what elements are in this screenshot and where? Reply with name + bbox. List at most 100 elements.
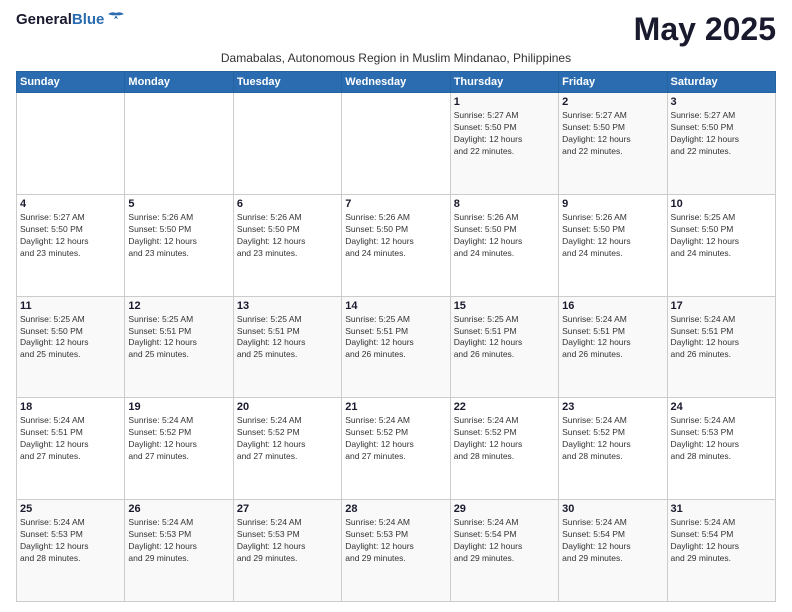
day-info: Sunrise: 5:26 AMSunset: 5:50 PMDaylight:… bbox=[128, 212, 229, 260]
day-info: Sunrise: 5:24 AMSunset: 5:53 PMDaylight:… bbox=[345, 517, 446, 565]
calendar-cell: 4Sunrise: 5:27 AMSunset: 5:50 PMDaylight… bbox=[17, 194, 125, 296]
calendar-cell: 3Sunrise: 5:27 AMSunset: 5:50 PMDaylight… bbox=[667, 93, 775, 195]
calendar-cell: 22 Sunrise: 5:24 AMSunset: 5:52 PMDayligh… bbox=[450, 398, 558, 500]
logo-general: General bbox=[16, 11, 72, 28]
day-info: Sunrise: 5:27 AMSunset: 5:50 PMDaylight:… bbox=[671, 110, 772, 158]
day-info: Sunrise: 5:25 AMSunset: 5:50 PMDaylight:… bbox=[20, 314, 121, 362]
calendar-week-4: 18 Sunrise: 5:24 AMSunset: 5:51 PMDayligh… bbox=[17, 398, 776, 500]
calendar-cell: 8 Sunrise: 5:26 AMSunset: 5:50 PMDaylight… bbox=[450, 194, 558, 296]
calendar-cell: 17Sunrise: 5:24 AMSunset: 5:51 PMDayligh… bbox=[667, 296, 775, 398]
calendar-cell: 13 Sunrise: 5:25 AMSunset: 5:51 PMDayligh… bbox=[233, 296, 341, 398]
day-number: 2 bbox=[562, 96, 663, 108]
day-header-wednesday: Wednesday bbox=[342, 72, 450, 93]
day-info: Sunrise: 5:27 AMSunset: 5:50 PMDaylight:… bbox=[454, 110, 555, 158]
calendar-cell bbox=[342, 93, 450, 195]
day-number: 18 bbox=[20, 401, 121, 413]
calendar-cell bbox=[17, 93, 125, 195]
day-number: 29 bbox=[454, 503, 555, 515]
day-header-sunday: Sunday bbox=[17, 72, 125, 93]
day-info: Sunrise: 5:26 AMSunset: 5:50 PMDaylight:… bbox=[454, 212, 555, 260]
day-info: Sunrise: 5:27 AMSunset: 5:50 PMDaylight:… bbox=[562, 110, 663, 158]
day-info: Sunrise: 5:24 AMSunset: 5:53 PMDaylight:… bbox=[671, 415, 772, 463]
day-header-monday: Monday bbox=[125, 72, 233, 93]
logo-bird-icon bbox=[106, 11, 126, 25]
day-header-thursday: Thursday bbox=[450, 72, 558, 93]
calendar-cell: 29 Sunrise: 5:24 AMSunset: 5:54 PMDayligh… bbox=[450, 500, 558, 602]
day-info: Sunrise: 5:24 AMSunset: 5:52 PMDaylight:… bbox=[562, 415, 663, 463]
calendar-week-5: 25 Sunrise: 5:24 AMSunset: 5:53 PMDayligh… bbox=[17, 500, 776, 602]
day-number: 11 bbox=[20, 300, 121, 312]
day-info: Sunrise: 5:24 AMSunset: 5:52 PMDaylight:… bbox=[237, 415, 338, 463]
day-info: Sunrise: 5:27 AMSunset: 5:50 PMDaylight:… bbox=[20, 212, 121, 260]
day-number: 28 bbox=[345, 503, 446, 515]
title-section: May 2025 bbox=[634, 12, 776, 47]
day-number: 7 bbox=[345, 198, 446, 210]
page: GeneralBlue May 2025 Damabalas, Autonomo… bbox=[0, 0, 792, 612]
calendar-cell: 5 Sunrise: 5:26 AMSunset: 5:50 PMDaylight… bbox=[125, 194, 233, 296]
calendar-cell: 10Sunrise: 5:25 AMSunset: 5:50 PMDayligh… bbox=[667, 194, 775, 296]
logo-blue: Blue bbox=[72, 11, 105, 28]
calendar-cell: 15 Sunrise: 5:25 AMSunset: 5:51 PMDayligh… bbox=[450, 296, 558, 398]
calendar-cell: 19 Sunrise: 5:24 AMSunset: 5:52 PMDayligh… bbox=[125, 398, 233, 500]
day-number: 25 bbox=[20, 503, 121, 515]
calendar-week-3: 11 Sunrise: 5:25 AMSunset: 5:50 PMDayligh… bbox=[17, 296, 776, 398]
day-number: 21 bbox=[345, 401, 446, 413]
day-number: 14 bbox=[345, 300, 446, 312]
day-info: Sunrise: 5:25 AMSunset: 5:51 PMDaylight:… bbox=[128, 314, 229, 362]
day-number: 1 bbox=[454, 96, 555, 108]
calendar-cell: 21Sunrise: 5:24 AMSunset: 5:52 PMDayligh… bbox=[342, 398, 450, 500]
day-info: Sunrise: 5:24 AMSunset: 5:53 PMDaylight:… bbox=[237, 517, 338, 565]
day-number: 23 bbox=[562, 401, 663, 413]
day-info: Sunrise: 5:24 AMSunset: 5:54 PMDaylight:… bbox=[671, 517, 772, 565]
day-info: Sunrise: 5:24 AMSunset: 5:51 PMDaylight:… bbox=[20, 415, 121, 463]
day-info: Sunrise: 5:24 AMSunset: 5:51 PMDaylight:… bbox=[562, 314, 663, 362]
header: GeneralBlue May 2025 bbox=[16, 12, 776, 47]
day-number: 20 bbox=[237, 401, 338, 413]
day-number: 24 bbox=[671, 401, 772, 413]
day-info: Sunrise: 5:24 AMSunset: 5:52 PMDaylight:… bbox=[454, 415, 555, 463]
calendar-cell: 30Sunrise: 5:24 AMSunset: 5:54 PMDayligh… bbox=[559, 500, 667, 602]
day-info: Sunrise: 5:26 AMSunset: 5:50 PMDaylight:… bbox=[237, 212, 338, 260]
day-info: Sunrise: 5:26 AMSunset: 5:50 PMDaylight:… bbox=[345, 212, 446, 260]
day-number: 13 bbox=[237, 300, 338, 312]
calendar-cell: 7 Sunrise: 5:26 AMSunset: 5:50 PMDaylight… bbox=[342, 194, 450, 296]
day-number: 19 bbox=[128, 401, 229, 413]
calendar-cell: 23 Sunrise: 5:24 AMSunset: 5:52 PMDayligh… bbox=[559, 398, 667, 500]
day-info: Sunrise: 5:24 AMSunset: 5:52 PMDaylight:… bbox=[128, 415, 229, 463]
calendar-cell bbox=[125, 93, 233, 195]
calendar-cell: 25 Sunrise: 5:24 AMSunset: 5:53 PMDayligh… bbox=[17, 500, 125, 602]
calendar-cell: 20 Sunrise: 5:24 AMSunset: 5:52 PMDayligh… bbox=[233, 398, 341, 500]
day-number: 15 bbox=[454, 300, 555, 312]
day-info: Sunrise: 5:26 AMSunset: 5:50 PMDaylight:… bbox=[562, 212, 663, 260]
day-number: 8 bbox=[454, 198, 555, 210]
calendar-week-2: 4Sunrise: 5:27 AMSunset: 5:50 PMDaylight… bbox=[17, 194, 776, 296]
calendar-cell: 12Sunrise: 5:25 AMSunset: 5:51 PMDayligh… bbox=[125, 296, 233, 398]
day-info: Sunrise: 5:25 AMSunset: 5:51 PMDaylight:… bbox=[237, 314, 338, 362]
day-info: Sunrise: 5:24 AMSunset: 5:51 PMDaylight:… bbox=[671, 314, 772, 362]
calendar-cell: 9 Sunrise: 5:26 AMSunset: 5:50 PMDaylight… bbox=[559, 194, 667, 296]
subtitle: Damabalas, Autonomous Region in Muslim M… bbox=[16, 51, 776, 65]
day-info: Sunrise: 5:24 AMSunset: 5:54 PMDaylight:… bbox=[454, 517, 555, 565]
day-number: 31 bbox=[671, 503, 772, 515]
day-info: Sunrise: 5:24 AMSunset: 5:53 PMDaylight:… bbox=[128, 517, 229, 565]
calendar-cell: 26 Sunrise: 5:24 AMSunset: 5:53 PMDayligh… bbox=[125, 500, 233, 602]
day-info: Sunrise: 5:25 AMSunset: 5:51 PMDaylight:… bbox=[345, 314, 446, 362]
day-number: 5 bbox=[128, 198, 229, 210]
day-number: 22 bbox=[454, 401, 555, 413]
day-number: 26 bbox=[128, 503, 229, 515]
day-info: Sunrise: 5:25 AMSunset: 5:50 PMDaylight:… bbox=[671, 212, 772, 260]
day-info: Sunrise: 5:24 AMSunset: 5:54 PMDaylight:… bbox=[562, 517, 663, 565]
calendar-cell bbox=[233, 93, 341, 195]
calendar-cell: 28 Sunrise: 5:24 AMSunset: 5:53 PMDayligh… bbox=[342, 500, 450, 602]
day-header-tuesday: Tuesday bbox=[233, 72, 341, 93]
day-info: Sunrise: 5:25 AMSunset: 5:51 PMDaylight:… bbox=[454, 314, 555, 362]
month-title: May 2025 bbox=[634, 12, 776, 47]
calendar-cell: 1 Sunrise: 5:27 AMSunset: 5:50 PMDaylight… bbox=[450, 93, 558, 195]
calendar-cell: 27Sunrise: 5:24 AMSunset: 5:53 PMDayligh… bbox=[233, 500, 341, 602]
day-info: Sunrise: 5:24 AMSunset: 5:53 PMDaylight:… bbox=[20, 517, 121, 565]
day-number: 9 bbox=[562, 198, 663, 210]
day-number: 16 bbox=[562, 300, 663, 312]
day-number: 6 bbox=[237, 198, 338, 210]
day-header-friday: Friday bbox=[559, 72, 667, 93]
calendar-cell: 24 Sunrise: 5:24 AMSunset: 5:53 PMDayligh… bbox=[667, 398, 775, 500]
